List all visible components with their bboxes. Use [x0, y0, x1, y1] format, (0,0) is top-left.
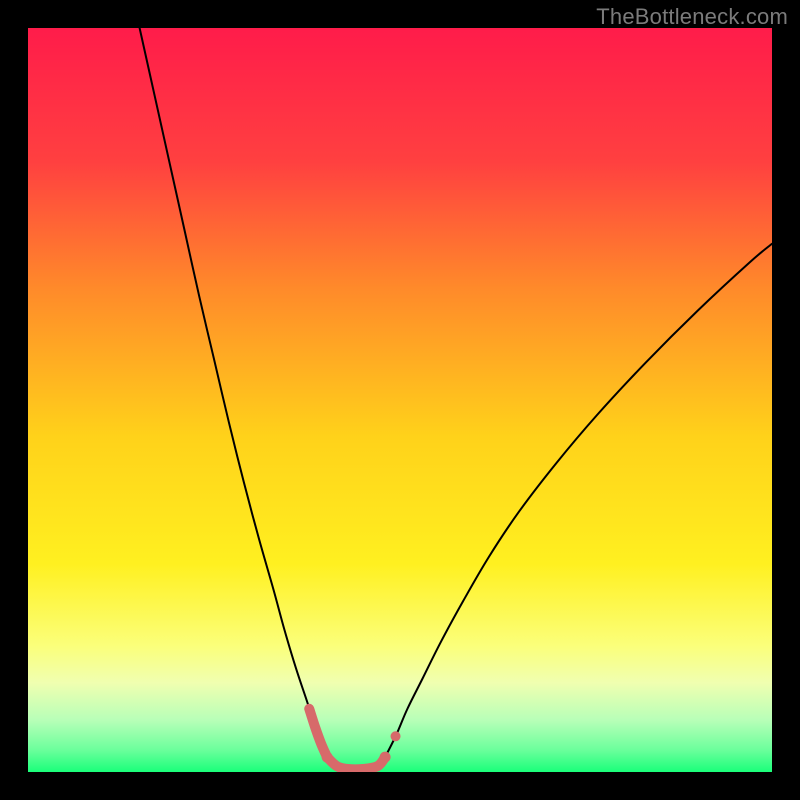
valley-dot-right: [391, 731, 401, 741]
plot-area: [28, 28, 772, 772]
gradient-background: [28, 28, 772, 772]
chart-frame: TheBottleneck.com: [0, 0, 800, 800]
valley-floor-end: [380, 752, 391, 763]
chart-svg: [28, 28, 772, 772]
watermark-label: TheBottleneck.com: [596, 4, 788, 30]
